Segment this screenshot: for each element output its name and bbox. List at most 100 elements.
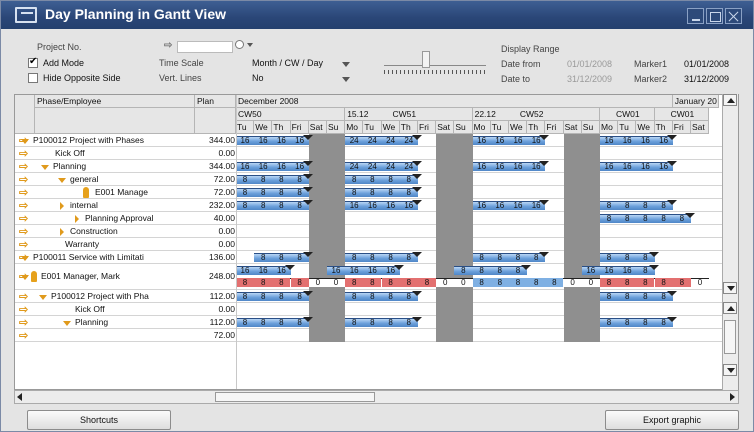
phase-employee-header[interactable]: Phase/Employee: [35, 95, 195, 108]
row-link-arrow-icon[interactable]: ⇨: [19, 186, 28, 199]
gantt-row[interactable]: ⇨ Planning 112.00 8 8 8 8 8 8 8 8 8 8 8 8: [15, 316, 722, 329]
vert-lines-select[interactable]: No: [252, 73, 264, 83]
horizontal-scrollbar[interactable]: [14, 390, 739, 404]
allocation-bar[interactable]: 8888: [345, 292, 418, 301]
allocation-bar[interactable]: 16 16 16 8: [581, 266, 655, 275]
gantt-row[interactable]: ⇨ 72.00: [15, 329, 722, 342]
allocation-bar[interactable]: 16 16 16 16: [345, 201, 418, 210]
row-link-arrow-icon[interactable]: ⇨: [19, 316, 28, 329]
collapse-icon[interactable]: [21, 138, 29, 144]
row-link-arrow-icon[interactable]: ⇨: [19, 147, 28, 160]
allocation-bar[interactable]: 8888: [236, 318, 309, 327]
expand-icon[interactable]: [75, 214, 79, 223]
vertical-scroll-thumb[interactable]: [724, 320, 736, 354]
gantt-row[interactable]: ⇨ Construction 0.00: [15, 225, 722, 238]
allocation-bar[interactable]: 24 24 24 24: [345, 162, 418, 171]
hide-opposite-checkbox[interactable]: [28, 73, 38, 83]
row-link-arrow-icon[interactable]: ⇨: [19, 160, 28, 173]
allocation-bar[interactable]: 8888: [236, 201, 309, 210]
allocation-bar[interactable]: 8888: [600, 318, 673, 327]
gantt-row[interactable]: ⇨ P100011 Service with Limitati 136.00 8 8 8 8…: [15, 251, 722, 264]
allocation-bar[interactable]: 16 16 16 16: [327, 266, 400, 275]
scroll-right-icon[interactable]: [730, 393, 735, 401]
expand-icon[interactable]: [60, 201, 64, 210]
capacity-bar[interactable]: 88880088888008888800888880: [236, 278, 710, 287]
allocation-bar[interactable]: 8888: [345, 175, 418, 184]
marker1-field[interactable]: 01/01/2008: [684, 59, 729, 69]
add-mode-checkbox[interactable]: [28, 56, 38, 68]
allocation-bar[interactable]: 888: [600, 253, 655, 262]
gantt-row[interactable]: ⇨ Warranty 0.00: [15, 238, 722, 251]
allocation-bar[interactable]: 16 16 16: [236, 266, 291, 275]
allocation-bar[interactable]: 16 16 16 16: [472, 162, 546, 171]
allocation-bar[interactable]: 8888: [454, 266, 528, 275]
time-scale-select[interactable]: Month / CW / Day: [252, 58, 323, 68]
allocation-bar[interactable]: 16 16 16 16: [472, 201, 546, 210]
row-link-arrow-icon[interactable]: ⇨: [19, 303, 28, 316]
allocation-bar[interactable]: 8888: [236, 188, 309, 197]
date-to-field[interactable]: 31/12/2009: [567, 74, 612, 84]
allocation-bar[interactable]: 16 16 16 16: [600, 136, 673, 145]
link-arrow-icon[interactable]: ⇨: [164, 40, 172, 51]
allocation-bar[interactable]: 8888: [345, 188, 418, 197]
allocation-bar[interactable]: 16 16 16 16: [236, 136, 309, 145]
gantt-row[interactable]: ⇨ E001 Manage 72.00 8 8 8 8 8 8 8 8: [15, 186, 722, 199]
row-link-arrow-icon[interactable]: ⇨: [19, 290, 28, 303]
row-link-arrow-icon[interactable]: ⇨: [19, 225, 28, 238]
plan-header[interactable]: Plan: [195, 95, 236, 108]
gantt-row[interactable]: ⇨ E001 Manager, Mark 248.00 16 16 16 16 16 16 16 8…: [15, 264, 722, 290]
expand-icon[interactable]: [60, 227, 64, 236]
time-scale-dropdown-icon[interactable]: [342, 62, 350, 67]
collapse-icon[interactable]: [63, 320, 71, 326]
gantt-row[interactable]: ⇨ P100012 Project with Phases 344.00 16 16 16…: [15, 134, 722, 147]
maximize-button[interactable]: [706, 8, 723, 24]
row-link-arrow-icon[interactable]: ⇨: [19, 238, 28, 251]
gantt-row[interactable]: ⇨ Planning 344.00 16 16 16 16 24 24 24 24 16 16 16 16 1…: [15, 160, 722, 173]
project-no-input[interactable]: [177, 41, 233, 53]
choose-list-icon[interactable]: [235, 40, 244, 49]
marker2-field[interactable]: 31/12/2009: [684, 74, 729, 84]
collapse-icon[interactable]: [21, 275, 29, 280]
collapse-icon[interactable]: [58, 177, 66, 183]
zoom-slider-handle[interactable]: [422, 51, 430, 68]
gantt-row[interactable]: ⇨ general 72.00 8 8 8 8 8 8 8 8: [15, 173, 722, 186]
allocation-bar[interactable]: 8888: [236, 292, 309, 301]
row-link-arrow-icon[interactable]: ⇨: [19, 199, 28, 212]
collapse-icon[interactable]: [21, 255, 29, 261]
allocation-bar[interactable]: 16 16 16 16: [236, 162, 309, 171]
vert-lines-dropdown-icon[interactable]: [342, 77, 350, 82]
row-link-arrow-icon[interactable]: ⇨: [19, 329, 28, 342]
export-graphic-button[interactable]: Export graphic: [605, 410, 739, 430]
allocation-bar[interactable]: 8888: [600, 201, 673, 210]
scroll-up-button[interactable]: [723, 94, 737, 106]
shortcuts-button[interactable]: Shortcuts: [27, 410, 171, 430]
close-button[interactable]: [725, 8, 742, 24]
allocation-bar[interactable]: 16 16 16 16: [600, 162, 673, 171]
row-link-arrow-icon[interactable]: ⇨: [19, 173, 28, 186]
minimize-button[interactable]: [687, 8, 704, 24]
gantt-row[interactable]: ⇨ Planning Approval 40.00 8 8 8 8 8: [15, 212, 722, 225]
date-from-field[interactable]: 01/01/2008: [567, 59, 612, 69]
scroll-down-button[interactable]: [723, 282, 737, 294]
scroll-up-button-lower[interactable]: [723, 302, 737, 314]
allocation-bar[interactable]: 8888: [345, 318, 418, 327]
scroll-left-icon[interactable]: [17, 393, 22, 401]
gantt-row[interactable]: ⇨ Kick Off 0.00: [15, 147, 722, 160]
vertical-scrollbar[interactable]: [722, 94, 738, 390]
project-dropdown-icon[interactable]: [247, 43, 253, 47]
gantt-row[interactable]: ⇨ Kick Off 0.00: [15, 303, 722, 316]
gantt-row[interactable]: ⇨ P100012 Project with Pha 112.00 8 8 8 8 8 8 8 8 8…: [15, 290, 722, 303]
allocation-bar[interactable]: 888: [254, 253, 309, 262]
gantt-row[interactable]: ⇨ internal 232.00 8 8 8 8 16 16 16 16 16 16 16 16 8 8 8 8: [15, 199, 722, 212]
allocation-bar[interactable]: 8888: [345, 253, 418, 262]
collapse-icon[interactable]: [41, 164, 49, 170]
allocation-bar[interactable]: 24 24 24 24: [345, 136, 418, 145]
collapse-icon[interactable]: [39, 294, 47, 300]
allocation-bar[interactable]: 8888: [600, 292, 673, 301]
row-link-arrow-icon[interactable]: ⇨: [19, 212, 28, 225]
allocation-bar[interactable]: 8888: [472, 253, 546, 262]
zoom-slider-track[interactable]: [384, 65, 486, 66]
allocation-bar[interactable]: 88888: [600, 214, 691, 223]
horizontal-scroll-thumb[interactable]: [215, 392, 375, 402]
allocation-bar[interactable]: 8888: [236, 175, 309, 184]
